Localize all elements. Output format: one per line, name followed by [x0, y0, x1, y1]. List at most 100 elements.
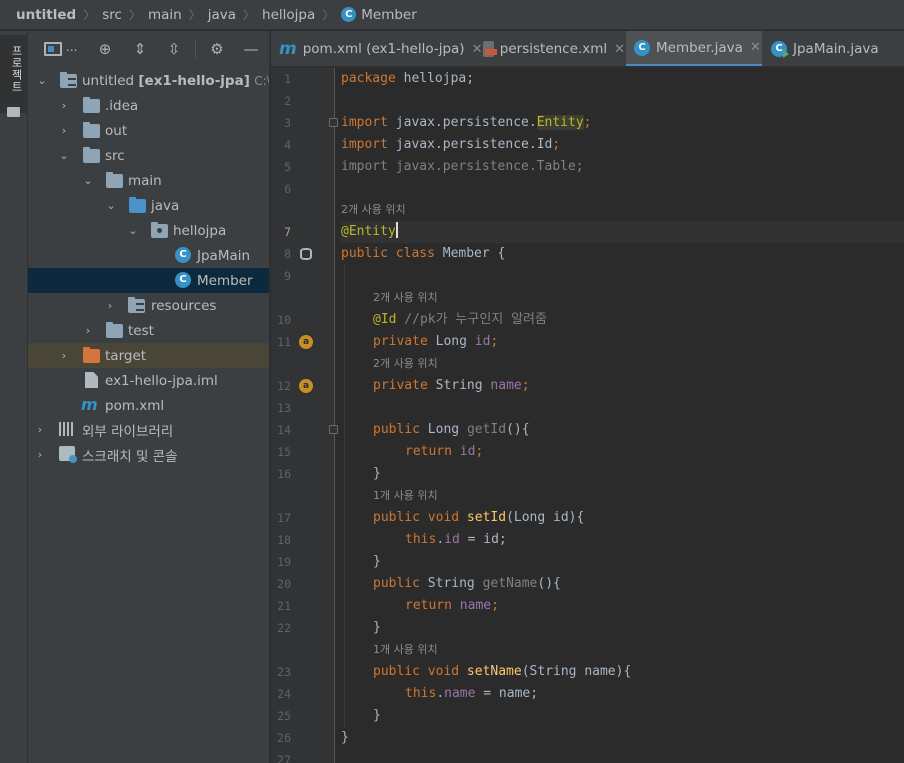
chevron-down-icon[interactable]: ⌄	[82, 174, 94, 187]
tree-item-java[interactable]: ⌄ java	[28, 193, 269, 218]
line-number: 20	[277, 577, 291, 591]
tree-item-test[interactable]: › test	[28, 318, 269, 343]
project-tool-tab[interactable]: 프로젝트	[0, 35, 27, 117]
usage-hint[interactable]: 2개 사용 위치	[341, 199, 406, 221]
code-token: = name;	[475, 686, 539, 701]
code-token: = id;	[459, 532, 507, 547]
project-view-icon[interactable]	[44, 42, 62, 56]
database-entity-icon[interactable]	[300, 248, 312, 260]
line-number: 16	[277, 467, 291, 481]
chevron-right-icon[interactable]: ›	[58, 99, 70, 112]
chevron-down-icon[interactable]: ⌄	[36, 74, 48, 87]
chevron-down-icon[interactable]: ⌄	[127, 224, 139, 237]
breadcrumb-hellojpa[interactable]: hellojpa	[262, 7, 315, 23]
package-icon	[151, 222, 168, 238]
tree-label: hellojpa	[173, 222, 227, 239]
tree-item-root[interactable]: ⌄ untitled [ex1-hello-jpa] C:\\U	[28, 68, 269, 93]
annotation-token: @Id	[373, 312, 397, 327]
tree-item-iml[interactable]: ex1-hello-jpa.iml	[28, 368, 269, 393]
close-icon[interactable]: ✕	[614, 42, 625, 57]
tree-item-pom[interactable]: m pom.xml	[28, 393, 269, 418]
breadcrumb-separator-icon: 〉	[322, 8, 335, 22]
expand-all-icon[interactable]: ⇕	[131, 40, 149, 58]
breadcrumb-src[interactable]: src	[102, 7, 122, 23]
maven-icon: m	[279, 39, 297, 59]
folder-icon	[83, 147, 100, 163]
tree-item-external-libraries[interactable]: › 외부 라이브러리	[28, 417, 269, 442]
tree-item-main[interactable]: ⌄ main	[28, 168, 269, 193]
chevron-down-icon[interactable]: ⌄	[105, 199, 117, 212]
folder-icon	[83, 97, 100, 113]
tree-item-member[interactable]: C Member	[28, 268, 269, 293]
code-line-22: }	[373, 620, 381, 635]
keyword-token: public void	[373, 664, 460, 679]
resources-folder-icon	[128, 297, 145, 313]
code-editor[interactable]: 1 2 3 4 5 6 7 8 9 10 11 12 13 14 15 16 1…	[271, 68, 904, 763]
tree-item-scratches[interactable]: › 스크래치 및 콘솔	[28, 442, 269, 467]
code-line-14: public Long getId(){	[373, 419, 530, 441]
line-number: 24	[277, 687, 291, 701]
excluded-folder-icon	[83, 347, 100, 363]
project-panel-toolbar: ... ⊕ ⇕ ⇳ ⚙ —	[28, 31, 269, 67]
usage-hint[interactable]: 1개 사용 위치	[373, 639, 438, 661]
keyword-token: private	[373, 378, 428, 393]
chevron-right-icon[interactable]: ›	[34, 448, 46, 461]
tree-item-target[interactable]: › target	[28, 343, 269, 368]
tree-item-src[interactable]: ⌄ src	[28, 143, 269, 168]
usage-hint[interactable]: 2개 사용 위치	[373, 353, 438, 375]
code-area[interactable]: package hellojpa; import javax.persisten…	[341, 68, 904, 763]
id-field-icon[interactable]: a	[299, 335, 313, 349]
line-number: 18	[277, 533, 291, 547]
breadcrumb-java[interactable]: java	[208, 7, 236, 23]
punct-token: ;	[475, 444, 484, 459]
tab-member-java[interactable]: C Member.java ✕	[626, 31, 762, 66]
tree-label: target	[105, 347, 147, 364]
tree-item-idea[interactable]: › .idea	[28, 93, 269, 118]
line-number: 22	[277, 621, 291, 635]
tree-item-hellojpa[interactable]: ⌄ hellojpa	[28, 218, 269, 243]
code-line-10: @Id //pk가 누구인지 알려줌	[373, 309, 547, 331]
chevron-right-icon[interactable]: ›	[82, 324, 94, 337]
keyword-token: package	[341, 71, 396, 86]
code-line-26: }	[341, 730, 349, 745]
code-line-5: import javax.persistence.Table;	[341, 159, 584, 174]
tree-root-module: [ex1-hello-jpa]	[138, 72, 250, 89]
chevron-right-icon[interactable]: ›	[58, 349, 70, 362]
usage-hint[interactable]: 2개 사용 위치	[373, 287, 438, 309]
chevron-right-icon[interactable]: ›	[58, 124, 70, 137]
fold-marker-icon[interactable]	[329, 425, 338, 434]
tree-root-label: untitled	[82, 72, 135, 89]
fold-marker-icon[interactable]	[329, 118, 338, 127]
tab-jpamain-java[interactable]: C JpaMain.java	[763, 31, 904, 66]
keyword-token: return	[405, 444, 452, 459]
usage-hint[interactable]: 1개 사용 위치	[373, 485, 438, 507]
locate-file-icon[interactable]: ⊕	[96, 40, 114, 58]
breadcrumb-file[interactable]: Member	[361, 7, 417, 23]
hide-panel-icon[interactable]: —	[242, 40, 260, 58]
breadcrumb-project[interactable]: untitled	[16, 7, 76, 23]
chevron-right-icon[interactable]: ›	[34, 423, 46, 436]
tree-item-resources[interactable]: › resources	[28, 293, 269, 318]
tab-label: Member.java	[656, 39, 743, 56]
tree-item-out[interactable]: › out	[28, 118, 269, 143]
breadcrumb-main[interactable]: main	[148, 7, 182, 23]
gear-icon[interactable]: ⚙	[208, 40, 226, 58]
tree-item-jpamain[interactable]: C JpaMain	[28, 243, 269, 268]
folder-icon	[106, 322, 123, 338]
keyword-token: public	[373, 576, 420, 591]
view-selector-label[interactable]: ...	[66, 40, 77, 54]
close-icon[interactable]: ✕	[750, 40, 761, 55]
code-token: (Long id){	[506, 510, 585, 525]
tab-persistence-xml[interactable]: persistence.xml ✕	[475, 31, 625, 66]
chevron-right-icon[interactable]: ›	[104, 299, 116, 312]
collapse-all-icon[interactable]: ⇳	[165, 40, 183, 58]
project-tab-label: 프로젝트	[10, 45, 23, 93]
code-line-16: }	[373, 466, 381, 481]
field-icon[interactable]: a	[299, 379, 313, 393]
code-line-11: private Long id;	[373, 331, 498, 353]
tab-pom-xml[interactable]: m pom.xml (ex1-hello-jpa) ✕	[271, 31, 482, 66]
line-number: 12	[277, 379, 291, 393]
keyword-token: return	[405, 598, 452, 613]
chevron-down-icon[interactable]: ⌄	[58, 149, 70, 162]
scratch-icon	[59, 446, 77, 463]
